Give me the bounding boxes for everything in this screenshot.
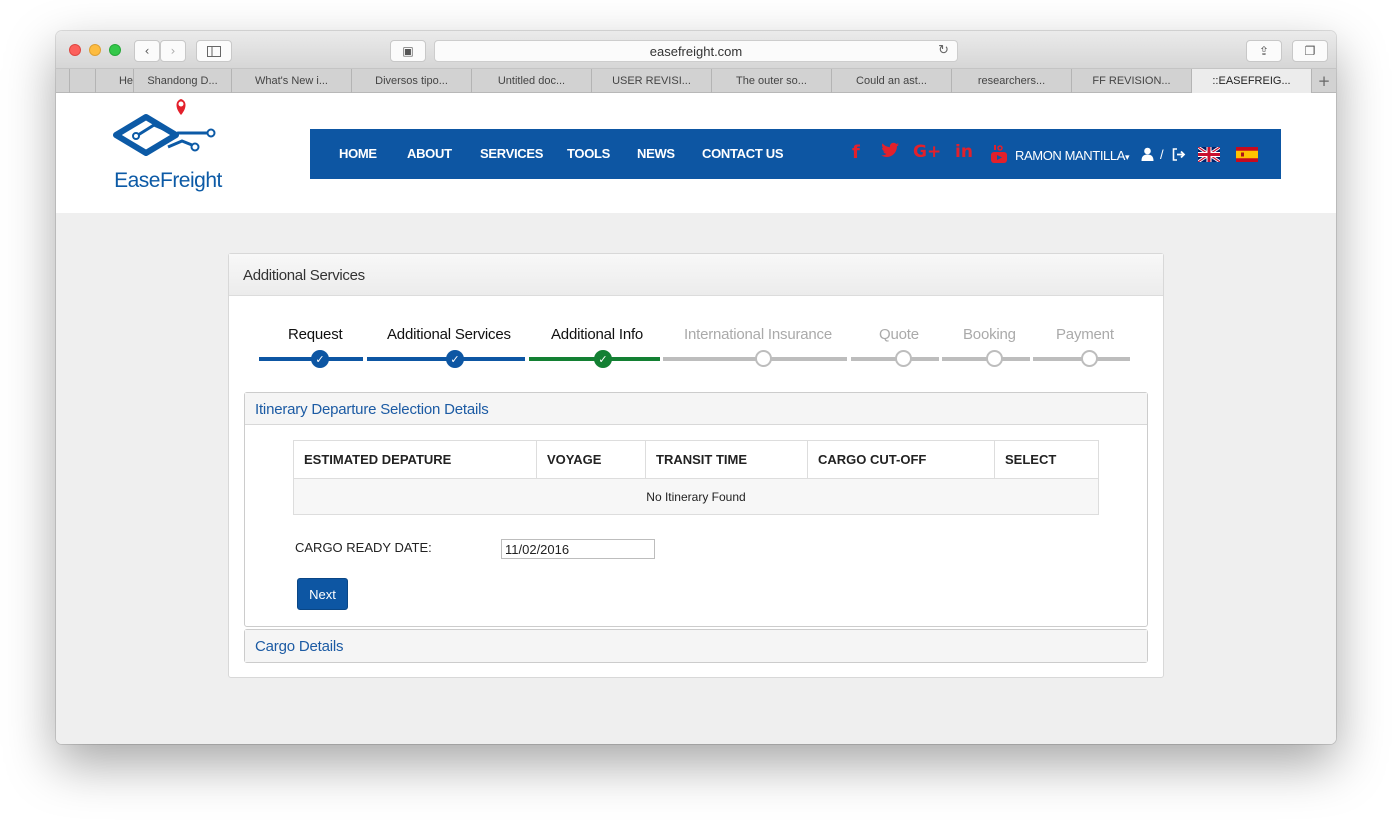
title-bar: ‹ › ▣ easefreight.com ↻ ⇪ ❐ xyxy=(56,31,1336,69)
step-label: Request xyxy=(288,326,343,343)
facebook-icon[interactable]: f xyxy=(852,142,860,163)
cargo-ready-date-label: CARGO READY DATE: xyxy=(295,540,432,555)
step-label: Booking xyxy=(963,326,1016,343)
tab-item-active[interactable]: ::EASEFREIG... xyxy=(1192,69,1312,93)
column-header: ESTIMATED DEPATURE xyxy=(293,440,537,479)
tab-item[interactable]: Untitled doc... xyxy=(472,69,592,93)
step-pending-icon xyxy=(895,350,912,367)
step-label: Quote xyxy=(879,326,919,343)
step-label: Payment xyxy=(1056,326,1114,343)
minimize-window-button[interactable] xyxy=(89,44,101,56)
itinerary-table: ESTIMATED DEPATURE VOYAGE TRANSIT TIME C… xyxy=(293,440,1099,515)
step-label: Additional Info xyxy=(551,326,644,343)
itinerary-section-header[interactable]: Itinerary Departure Selection Details xyxy=(245,393,1147,425)
step-check-icon: ✓ xyxy=(594,350,612,368)
tab-item[interactable]: FF REVISION... xyxy=(1072,69,1192,93)
nav-about[interactable]: ABOUT xyxy=(407,146,452,161)
browser-window: ‹ › ▣ easefreight.com ↻ ⇪ ❐ He Shandong … xyxy=(56,31,1336,744)
linkedin-icon[interactable]: in xyxy=(955,142,973,162)
step-check-icon: ✓ xyxy=(311,350,329,368)
forward-button[interactable]: › xyxy=(160,40,186,62)
column-header: VOYAGE xyxy=(536,440,646,479)
logo-wordmark: EaseFreight xyxy=(114,169,222,192)
main-navbar: HOME ABOUT SERVICES TOOLS NEWS CONTACT U… xyxy=(310,129,1281,179)
step-label: Additional Services xyxy=(387,326,511,343)
step-check-icon: ✓ xyxy=(446,350,464,368)
twitter-icon[interactable] xyxy=(880,142,900,164)
new-tab-button[interactable]: + xyxy=(1312,69,1336,92)
spain-flag-icon[interactable] xyxy=(1236,147,1258,162)
step-pending-icon xyxy=(986,350,1003,367)
tab-pinned[interactable] xyxy=(56,69,70,93)
tabs-overview-button[interactable]: ❐ xyxy=(1292,40,1328,62)
sidebar-toggle-button[interactable] xyxy=(196,40,232,62)
nav-home[interactable]: HOME xyxy=(339,146,377,161)
google-plus-icon[interactable]: G+ xyxy=(913,142,941,162)
tab-pinned[interactable] xyxy=(70,69,96,93)
user-profile-icon[interactable] xyxy=(1141,147,1154,166)
tab-item[interactable]: researchers... xyxy=(952,69,1072,93)
cargo-details-section: Cargo Details xyxy=(244,629,1148,663)
sign-out-icon[interactable] xyxy=(1172,148,1186,166)
tab-bar: He Shandong D... What's New i... Diverso… xyxy=(56,69,1336,93)
close-window-button[interactable] xyxy=(69,44,81,56)
site-header: EaseFreight HOME ABOUT SERVICES TOOLS NE… xyxy=(56,93,1336,213)
cargo-details-header[interactable]: Cargo Details xyxy=(245,630,1147,662)
cargo-ready-date-input[interactable] xyxy=(501,539,655,559)
nav-news[interactable]: NEWS xyxy=(637,146,675,161)
column-header: TRANSIT TIME xyxy=(645,440,808,479)
reload-icon[interactable]: ↻ xyxy=(938,43,949,58)
share-button[interactable]: ⇪ xyxy=(1246,40,1282,62)
uk-flag-icon[interactable] xyxy=(1198,147,1220,162)
user-separator: / xyxy=(1160,147,1164,162)
tab-item[interactable]: The outer so... xyxy=(712,69,832,93)
zoom-window-button[interactable] xyxy=(109,44,121,56)
table-row: No Itinerary Found xyxy=(293,478,1099,515)
extension-button[interactable]: ▣ xyxy=(390,40,426,62)
itinerary-section: Itinerary Departure Selection Details ES… xyxy=(244,392,1148,627)
nav-contact-us[interactable]: CONTACT US xyxy=(702,146,784,161)
url-text: easefreight.com xyxy=(649,43,743,59)
tab-item[interactable]: Shandong D... xyxy=(134,69,232,93)
next-button[interactable]: Next xyxy=(297,578,348,610)
site-logo[interactable]: EaseFreight xyxy=(108,97,228,197)
step-label: International Insurance xyxy=(684,326,833,343)
youtube-icon[interactable] xyxy=(990,144,1008,169)
address-bar[interactable]: easefreight.com ↻ xyxy=(434,40,958,62)
nav-tools[interactable]: TOOLS xyxy=(567,146,610,161)
column-header: CARGO CUT-OFF xyxy=(807,440,995,479)
chevron-right-icon: › xyxy=(170,44,176,58)
additional-services-panel: Additional Services Request Additional S… xyxy=(228,253,1164,678)
empty-message: No Itinerary Found xyxy=(293,478,1099,515)
nav-services[interactable]: SERVICES xyxy=(480,146,543,161)
user-menu-toggle[interactable]: RAMON MANTILLA▾ xyxy=(1015,148,1130,163)
tab-item[interactable]: Could an ast... xyxy=(832,69,952,93)
sidebar-icon xyxy=(207,45,221,57)
web-page: EaseFreight HOME ABOUT SERVICES TOOLS NE… xyxy=(56,93,1336,744)
share-icon: ⇪ xyxy=(1258,44,1270,58)
user-name: RAMON MANTILLA xyxy=(1015,148,1125,163)
tab-item[interactable]: Diversos tipo... xyxy=(352,69,472,93)
chevron-left-icon: ‹ xyxy=(144,44,150,58)
step-pending-icon xyxy=(755,350,772,367)
column-header: SELECT xyxy=(994,440,1099,479)
logo-mark-icon xyxy=(113,99,216,156)
back-button[interactable]: ‹ xyxy=(134,40,160,62)
tab-item[interactable]: USER REVISI... xyxy=(592,69,712,93)
tabs-icon: ❐ xyxy=(1304,44,1316,58)
tab-item[interactable]: What's New i... xyxy=(232,69,352,93)
plus-icon: + xyxy=(1317,71,1331,90)
table-header-row: ESTIMATED DEPATURE VOYAGE TRANSIT TIME C… xyxy=(293,440,1099,479)
caret-down-icon: ▾ xyxy=(1124,152,1130,162)
step-pending-icon xyxy=(1081,350,1098,367)
extension-icon: ▣ xyxy=(402,44,414,58)
panel-title: Additional Services xyxy=(229,254,1163,296)
tab-item[interactable]: He xyxy=(96,69,134,93)
